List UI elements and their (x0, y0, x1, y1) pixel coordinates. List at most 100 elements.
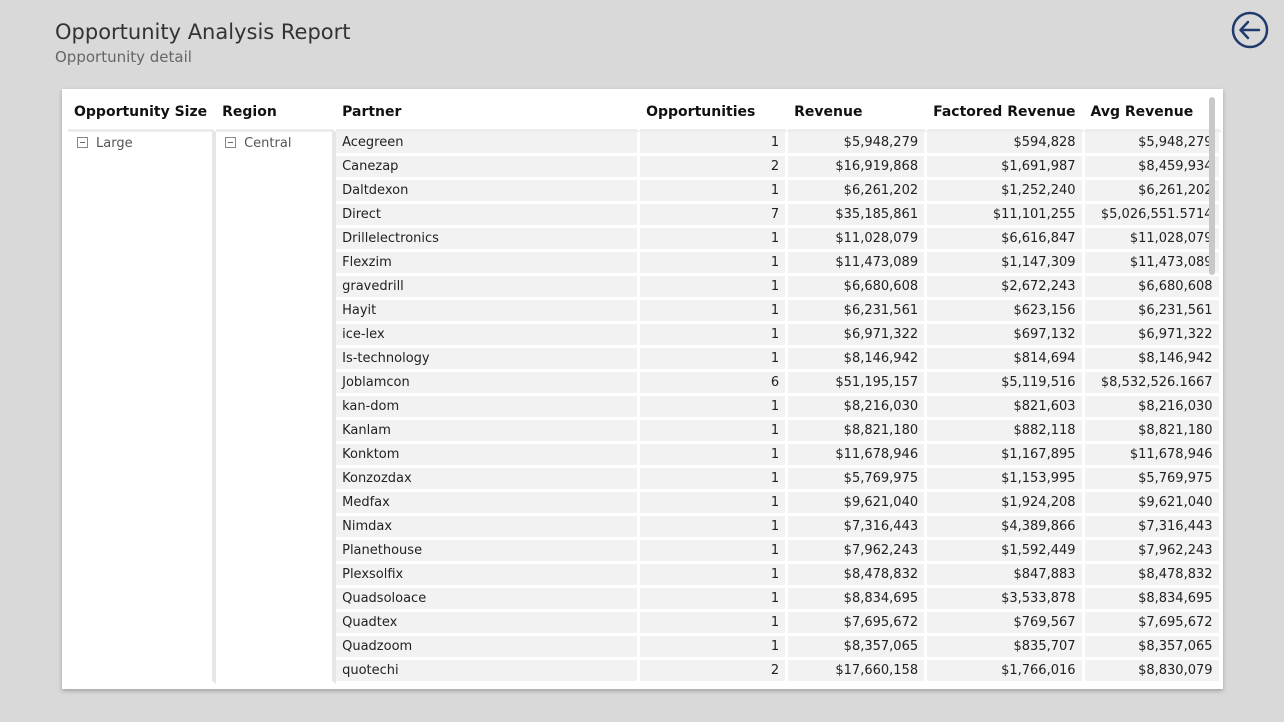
cell-partner: Quadzoom (336, 636, 641, 660)
cell-factored-revenue: $1,592,449 (927, 540, 1085, 564)
cell-opportunities: 1 (640, 468, 789, 492)
cell-opportunities: 1 (640, 228, 789, 252)
column-header-revenue[interactable]: Revenue (788, 95, 928, 132)
cell-factored-revenue: $821,603 (927, 396, 1085, 420)
cell-partner: gravedrill (336, 276, 641, 300)
collapse-icon[interactable] (77, 137, 88, 148)
cell-factored-revenue: $3,533,878 (927, 588, 1085, 612)
cell-opportunities: 6 (640, 372, 789, 396)
cell-opportunities: 1 (640, 516, 789, 540)
column-header-partner[interactable]: Partner (336, 95, 641, 132)
cell-partner: ice-lex (336, 324, 641, 348)
cell-factored-revenue: $594,828 (927, 132, 1085, 156)
cell-factored-revenue: $2,672,243 (927, 276, 1085, 300)
cell-revenue: $51,195,157 (788, 372, 928, 396)
cell-revenue: $8,216,030 (788, 396, 928, 420)
cell-factored-revenue: $1,252,240 (927, 180, 1085, 204)
page-subtitle: Opportunity detail (55, 48, 192, 66)
back-button[interactable] (1231, 11, 1269, 49)
cell-partner: Medfax (336, 492, 641, 516)
cell-factored-revenue: $4,389,866 (927, 516, 1085, 540)
cell-avg-revenue: $8,216,030 (1084, 396, 1222, 420)
cell-opportunities: 1 (640, 492, 789, 516)
cell-factored-revenue: $5,119,516 (927, 372, 1085, 396)
cell-factored-revenue: $814,694 (927, 348, 1085, 372)
cell-avg-revenue: $8,478,832 (1084, 564, 1222, 588)
cell-revenue: $7,316,443 (788, 516, 928, 540)
cell-revenue: $8,834,695 (788, 588, 928, 612)
cell-partner: Acegreen (336, 132, 641, 156)
cell-factored-revenue: $847,883 (927, 564, 1085, 588)
column-header-factored-revenue[interactable]: Factored Revenue (927, 95, 1085, 132)
cell-partner: Planethouse (336, 540, 641, 564)
cell-factored-revenue: $11,101,255 (927, 204, 1085, 228)
column-header-opportunities[interactable]: Opportunities (640, 95, 789, 132)
cell-avg-revenue: $5,026,551.5714 (1084, 204, 1222, 228)
cell-revenue: $6,680,608 (788, 276, 928, 300)
cell-revenue: $35,185,861 (788, 204, 928, 228)
cell-opportunities: 1 (640, 276, 789, 300)
cell-revenue: $5,948,279 (788, 132, 928, 156)
cell-partner: Kanlam (336, 420, 641, 444)
cell-revenue: $9,621,040 (788, 492, 928, 516)
cell-opportunities: 1 (640, 132, 789, 156)
column-header-avg-revenue[interactable]: Avg Revenue (1084, 95, 1222, 132)
cell-avg-revenue: $8,146,942 (1084, 348, 1222, 372)
cell-revenue: $6,971,322 (788, 324, 928, 348)
cell-opportunities: 1 (640, 396, 789, 420)
cell-avg-revenue: $7,316,443 (1084, 516, 1222, 540)
row-header-region: Central (216, 132, 337, 684)
cell-factored-revenue: $623,156 (927, 300, 1085, 324)
cell-opportunities: 1 (640, 252, 789, 276)
vertical-scrollbar[interactable] (1209, 97, 1215, 683)
cell-revenue: $17,660,158 (788, 660, 928, 684)
cell-partner: Flexzim (336, 252, 641, 276)
column-header-region[interactable]: Region (216, 95, 337, 132)
cell-avg-revenue: $5,948,279 (1084, 132, 1222, 156)
cell-partner: kan-dom (336, 396, 641, 420)
cell-revenue: $6,231,561 (788, 300, 928, 324)
scrollbar-thumb[interactable] (1209, 97, 1215, 275)
cell-revenue: $8,821,180 (788, 420, 928, 444)
cell-partner: Nimdax (336, 516, 641, 540)
cell-avg-revenue: $11,473,089 (1084, 252, 1222, 276)
cell-avg-revenue: $5,769,975 (1084, 468, 1222, 492)
cell-opportunities: 1 (640, 348, 789, 372)
cell-avg-revenue: $7,962,243 (1084, 540, 1222, 564)
cell-factored-revenue: $1,167,895 (927, 444, 1085, 468)
cell-avg-revenue: $7,695,672 (1084, 612, 1222, 636)
report-card: Opportunity Size Region Partner Opportun… (62, 89, 1223, 689)
cell-factored-revenue: $1,153,995 (927, 468, 1085, 492)
cell-revenue: $8,357,065 (788, 636, 928, 660)
cell-avg-revenue: $6,261,202 (1084, 180, 1222, 204)
cell-opportunities: 2 (640, 156, 789, 180)
cell-factored-revenue: $1,147,309 (927, 252, 1085, 276)
cell-opportunities: 1 (640, 180, 789, 204)
cell-revenue: $5,769,975 (788, 468, 928, 492)
cell-avg-revenue: $8,532,526.1667 (1084, 372, 1222, 396)
header-row: Opportunity Size Region Partner Opportun… (68, 95, 1222, 132)
cell-factored-revenue: $1,924,208 (927, 492, 1085, 516)
cell-revenue: $7,695,672 (788, 612, 928, 636)
cell-partner: Canezap (336, 156, 641, 180)
collapse-icon[interactable] (225, 137, 237, 148)
cell-opportunities: 1 (640, 300, 789, 324)
cell-partner: quotechi (336, 660, 641, 684)
cell-partner: Quadsoloace (336, 588, 641, 612)
cell-avg-revenue: $8,830,079 (1084, 660, 1222, 684)
opportunity-matrix-table: Opportunity Size Region Partner Opportun… (68, 95, 1222, 684)
cell-factored-revenue: $769,567 (927, 612, 1085, 636)
column-header-opportunity-size[interactable]: Opportunity Size (68, 95, 217, 132)
cell-revenue: $7,962,243 (788, 540, 928, 564)
cell-revenue: $6,261,202 (788, 180, 928, 204)
page-title: Opportunity Analysis Report (55, 20, 351, 44)
cell-partner: Hayit (336, 300, 641, 324)
cell-avg-revenue: $8,459,934 (1084, 156, 1222, 180)
cell-revenue: $11,678,946 (788, 444, 928, 468)
cell-avg-revenue: $6,231,561 (1084, 300, 1222, 324)
cell-partner: Direct (336, 204, 641, 228)
cell-partner: Joblamcon (336, 372, 641, 396)
region-label: Central (244, 136, 292, 151)
cell-factored-revenue: $1,766,016 (927, 660, 1085, 684)
cell-opportunities: 1 (640, 636, 789, 660)
